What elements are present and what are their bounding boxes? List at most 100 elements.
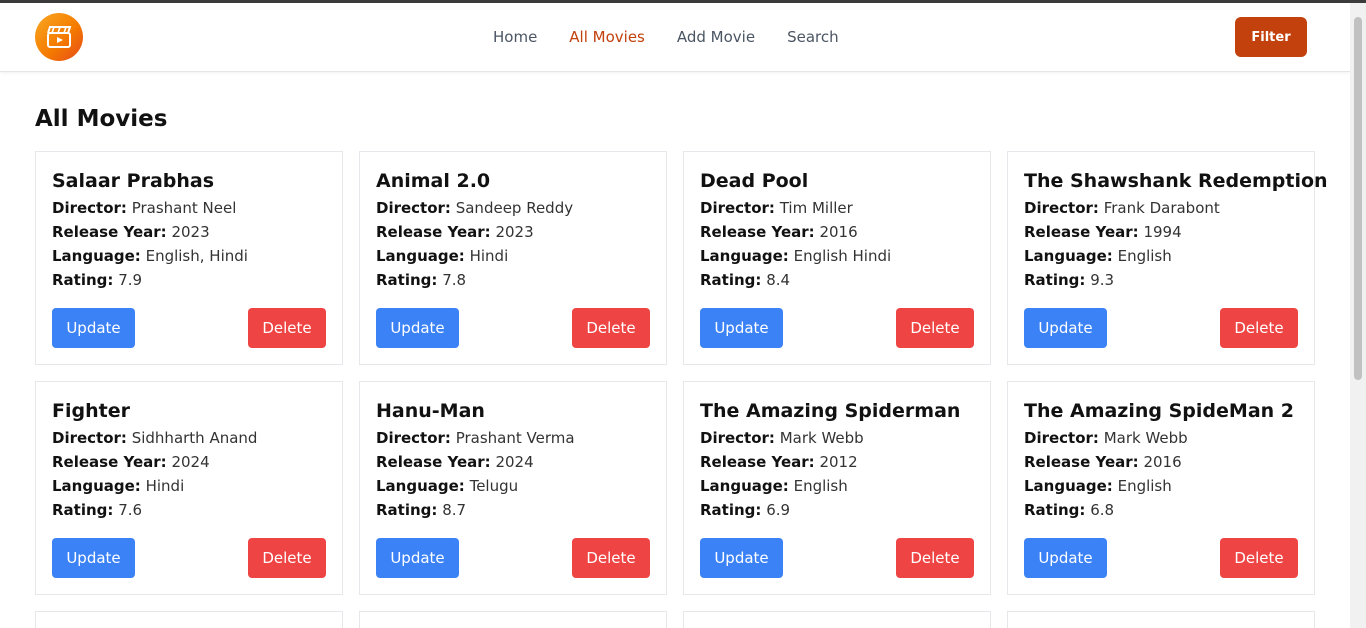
rating-value: 6.9 (766, 501, 791, 519)
release-year-label: Release Year: (52, 453, 167, 471)
language-value: English (793, 477, 848, 495)
release-year-label: Release Year: (376, 223, 491, 241)
page-title: All Movies (35, 106, 168, 132)
director-label: Director: (376, 199, 451, 217)
movie-title: Dead Pool (700, 170, 809, 192)
release-year-field: Release Year: 2024 (52, 450, 326, 474)
movie-card-partial (1007, 611, 1315, 628)
movie-card: The Shawshank Redemption Director: Frank… (1007, 151, 1328, 365)
language-label: Language: (700, 477, 789, 495)
movie-title: Hanu-Man (376, 400, 485, 422)
release-year-value: 2023 (171, 223, 210, 241)
language-value: Hindi (469, 247, 509, 265)
director-value: Prashant Neel (131, 199, 237, 217)
delete-button[interactable]: Delete (572, 538, 650, 578)
update-button[interactable]: Update (52, 538, 135, 578)
update-button[interactable]: Update (376, 538, 459, 578)
director-field: Director: Tim Miller (700, 196, 974, 220)
nav-link-home[interactable]: Home (493, 27, 537, 47)
director-field: Director: Sidhharth Anand (52, 426, 326, 450)
rating-field: Rating: 8.4 (700, 268, 974, 292)
movie-card-partial (683, 611, 991, 628)
release-year-field: Release Year: 2023 (376, 220, 650, 244)
release-year-field: Release Year: 2012 (700, 450, 974, 474)
delete-button[interactable]: Delete (248, 308, 326, 348)
nav-links: Home All Movies Add Movie Search (493, 27, 871, 47)
release-year-label: Release Year: (52, 223, 167, 241)
director-field: Director: Prashant Neel (52, 196, 326, 220)
director-field: Director: Frank Darabont (1024, 196, 1298, 220)
rating-label: Rating: (1024, 271, 1086, 289)
release-year-field: Release Year: 2016 (700, 220, 974, 244)
update-button[interactable]: Update (700, 538, 783, 578)
release-year-value: 2012 (819, 453, 858, 471)
release-year-value: 2024 (171, 453, 210, 471)
rating-label: Rating: (376, 501, 438, 519)
nav-link-search[interactable]: Search (787, 27, 839, 47)
release-year-label: Release Year: (1024, 223, 1139, 241)
movie-title: Fighter (52, 400, 130, 422)
delete-button[interactable]: Delete (1220, 538, 1298, 578)
movie-card-partial (35, 611, 343, 628)
rating-label: Rating: (700, 501, 762, 519)
release-year-value: 1994 (1143, 223, 1182, 241)
language-label: Language: (1024, 477, 1113, 495)
director-label: Director: (52, 429, 127, 447)
language-label: Language: (376, 477, 465, 495)
movie-title: Salaar Prabhas (52, 170, 215, 192)
rating-label: Rating: (376, 271, 438, 289)
director-value: Frank Darabont (1103, 199, 1220, 217)
language-value: English, Hindi (145, 247, 248, 265)
delete-button[interactable]: Delete (1220, 308, 1298, 348)
update-button[interactable]: Update (700, 308, 783, 348)
delete-button[interactable]: Delete (896, 308, 974, 348)
release-year-label: Release Year: (700, 453, 815, 471)
movie-title: The Shawshank Redemption (1024, 170, 1328, 192)
language-value: Hindi (145, 477, 185, 495)
movie-title: The Amazing SpideMan 2 (1024, 400, 1294, 422)
movie-card: Salaar Prabhas Director: Prashant Neel R… (35, 151, 343, 365)
logo[interactable] (35, 13, 83, 61)
rating-label: Rating: (1024, 501, 1086, 519)
release-year-value: 2016 (819, 223, 858, 241)
rating-value: 8.4 (766, 271, 791, 289)
release-year-value: 2016 (1143, 453, 1182, 471)
director-label: Director: (376, 429, 451, 447)
movie-grid: Salaar Prabhas Director: Prashant Neel R… (35, 151, 1328, 628)
movie-card: Hanu-Man Director: Prashant Verma Releas… (359, 381, 667, 595)
rating-field: Rating: 9.3 (1024, 268, 1298, 292)
delete-button[interactable]: Delete (572, 308, 650, 348)
delete-button[interactable]: Delete (248, 538, 326, 578)
update-button[interactable]: Update (376, 308, 459, 348)
rating-value: 7.8 (442, 271, 467, 289)
update-button[interactable]: Update (52, 308, 135, 348)
language-field: Language: Telugu (376, 474, 650, 498)
release-year-label: Release Year: (376, 453, 491, 471)
director-value: Sandeep Reddy (455, 199, 574, 217)
director-field: Director: Sandeep Reddy (376, 196, 650, 220)
movie-title: Animal 2.0 (376, 170, 491, 192)
update-button[interactable]: Update (1024, 308, 1107, 348)
language-label: Language: (700, 247, 789, 265)
language-field: Language: Hindi (376, 244, 650, 268)
nav-link-all-movies[interactable]: All Movies (569, 27, 645, 47)
release-year-value: 2024 (495, 453, 534, 471)
page-scrollbar[interactable] (1350, 3, 1366, 628)
movie-card: The Amazing SpideMan 2 Director: Mark We… (1007, 381, 1315, 595)
director-label: Director: (1024, 429, 1099, 447)
update-button[interactable]: Update (1024, 538, 1107, 578)
director-value: Sidhharth Anand (131, 429, 258, 447)
release-year-field: Release Year: 1994 (1024, 220, 1298, 244)
scrollbar-thumb[interactable] (1354, 17, 1362, 380)
language-value: Telugu (469, 477, 519, 495)
movie-card: Animal 2.0 Director: Sandeep Reddy Relea… (359, 151, 667, 365)
director-value: Mark Webb (1103, 429, 1188, 447)
director-value: Prashant Verma (455, 429, 575, 447)
nav-link-add-movie[interactable]: Add Movie (677, 27, 755, 47)
director-value: Tim Miller (779, 199, 853, 217)
rating-value: 7.9 (118, 271, 143, 289)
language-label: Language: (52, 247, 141, 265)
delete-button[interactable]: Delete (896, 538, 974, 578)
director-field: Director: Mark Webb (700, 426, 974, 450)
filter-button[interactable]: Filter (1235, 17, 1307, 57)
